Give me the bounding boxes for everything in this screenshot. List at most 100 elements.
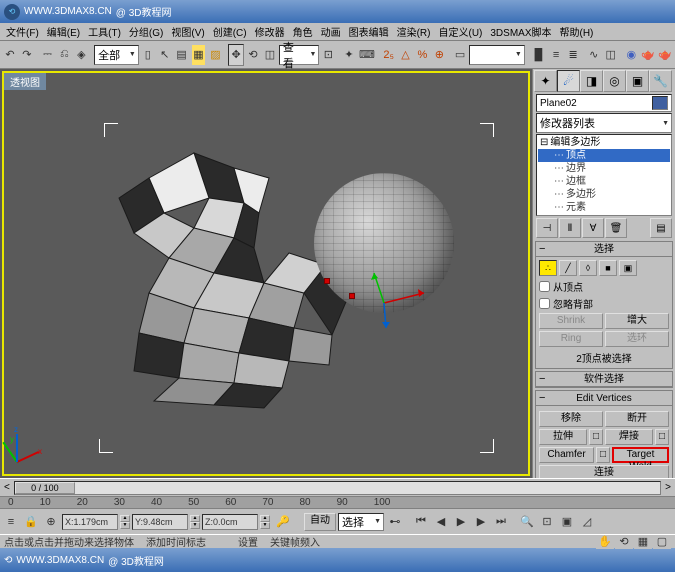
- menu-group[interactable]: 分组(G): [125, 23, 167, 40]
- subobj-border[interactable]: ◊: [579, 260, 597, 276]
- chamfer-button[interactable]: Chamfer: [539, 447, 594, 463]
- menu-graph[interactable]: 图表编辑: [345, 23, 393, 40]
- key-filter-dropdown[interactable]: 选择: [338, 513, 384, 531]
- scale-button[interactable]: ◫: [262, 44, 278, 66]
- hierarchy-tab[interactable]: ◨: [580, 70, 603, 92]
- script-button[interactable]: ≡: [2, 513, 20, 531]
- spinner-snap-button[interactable]: ⊕: [431, 44, 447, 66]
- create-tab[interactable]: ✦: [534, 70, 557, 92]
- z-coord[interactable]: Z:0.0cm: [202, 514, 258, 530]
- subobj-vertex[interactable]: ∴: [539, 260, 557, 276]
- manip-button[interactable]: ✦: [341, 44, 357, 66]
- minmax-button[interactable]: ▢: [653, 535, 671, 549]
- by-vertex-checkbox[interactable]: [539, 281, 550, 292]
- break-button[interactable]: 断开: [605, 411, 669, 427]
- extrude-settings-button[interactable]: □: [589, 429, 603, 445]
- quick-render-button[interactable]: 🫖: [657, 44, 673, 66]
- fov-button[interactable]: ◿: [578, 513, 596, 531]
- walk-button[interactable]: ▦: [634, 535, 652, 549]
- weld-button[interactable]: 焊接: [605, 429, 653, 445]
- snap-2d-button[interactable]: 2₅: [381, 44, 397, 66]
- menu-anim[interactable]: 动画: [317, 23, 345, 40]
- weld-settings-button[interactable]: □: [655, 429, 669, 445]
- zoom-ext-button[interactable]: ▣: [558, 513, 576, 531]
- stack-element[interactable]: ⋯元素: [538, 201, 670, 214]
- redo-button[interactable]: ↷: [19, 44, 35, 66]
- grow-button[interactable]: 增大: [605, 313, 669, 329]
- pivot-button[interactable]: ⊡: [320, 44, 336, 66]
- menu-script[interactable]: 3DSMAX脚本: [486, 23, 555, 40]
- menu-tools[interactable]: 工具(T): [84, 23, 125, 40]
- utility-tab[interactable]: 🔧: [649, 70, 672, 92]
- key-mode-button[interactable]: ⊷: [386, 513, 404, 531]
- time-slider[interactable]: < 0 / 100 >: [0, 478, 675, 496]
- menu-render[interactable]: 渲染(R): [393, 23, 435, 40]
- abs-button[interactable]: ⊕: [42, 513, 60, 531]
- named-sel-dropdown[interactable]: [469, 45, 525, 65]
- viewport[interactable]: 透视图: [0, 69, 532, 478]
- modify-tab[interactable]: ☄: [557, 70, 580, 92]
- extrude-button[interactable]: 拉伸: [539, 429, 587, 445]
- menu-view[interactable]: 视图(V): [167, 23, 208, 40]
- time-thumb[interactable]: 0 / 100: [15, 482, 75, 494]
- window-cross-button[interactable]: ▨: [207, 44, 223, 66]
- zoom-button[interactable]: 🔍: [518, 513, 536, 531]
- auto-key-button[interactable]: 自动: [304, 513, 336, 531]
- subobj-edge[interactable]: ╱: [559, 260, 577, 276]
- softsel-rollout-header[interactable]: 软件选择: [536, 372, 672, 387]
- select-name-button[interactable]: ▤: [174, 44, 190, 66]
- chamfer-settings-button[interactable]: □: [596, 447, 610, 463]
- menu-create[interactable]: 创建(C): [209, 23, 251, 40]
- unique-button[interactable]: ∀: [582, 218, 604, 238]
- link-button[interactable]: ⎓: [40, 44, 56, 66]
- goto-start-button[interactable]: ⏮: [412, 513, 430, 531]
- unlink-button[interactable]: ⎌: [57, 44, 73, 66]
- stack-poly[interactable]: ⋯多边形: [538, 188, 670, 201]
- mirror-button[interactable]: ▐▌: [530, 44, 548, 66]
- move-button[interactable]: ✥: [228, 44, 244, 66]
- render-scene-button[interactable]: 🫖: [640, 44, 656, 66]
- menu-role[interactable]: 角色: [289, 23, 317, 40]
- menu-custom[interactable]: 自定义(U): [434, 23, 486, 40]
- next-frame-button[interactable]: ▶: [472, 513, 490, 531]
- menu-edit[interactable]: 编辑(E): [43, 23, 84, 40]
- object-color-swatch[interactable]: [652, 96, 668, 110]
- edit-vertices-header[interactable]: Edit Vertices: [536, 391, 672, 406]
- loop-button[interactable]: 选环: [605, 331, 669, 347]
- select-button[interactable]: ▯: [140, 44, 156, 66]
- align-button[interactable]: ≡: [548, 44, 564, 66]
- subobj-polygon[interactable]: ■: [599, 260, 617, 276]
- layer-button[interactable]: ≣: [565, 44, 581, 66]
- bind-button[interactable]: ◈: [73, 44, 89, 66]
- subobj-element[interactable]: ▣: [619, 260, 637, 276]
- undo-button[interactable]: ↶: [2, 44, 18, 66]
- ring-button[interactable]: Ring: [539, 331, 603, 347]
- select-region-button[interactable]: ▦: [191, 44, 207, 66]
- snap-angle-button[interactable]: △: [398, 44, 414, 66]
- select-arrow-button[interactable]: ↖: [157, 44, 173, 66]
- menu-modifier[interactable]: 修改器: [251, 23, 289, 40]
- lock-button[interactable]: 🔒: [22, 513, 40, 531]
- modifier-stack[interactable]: ⊟编辑多边形 ⋯顶点 ⋯边界 ⋯边框 ⋯多边形 ⋯元素: [536, 134, 672, 216]
- menu-help[interactable]: 帮助(H): [556, 23, 598, 40]
- x-coord[interactable]: X:1.179cm: [62, 514, 118, 530]
- lock-sel-button[interactable]: 🔑: [272, 513, 294, 531]
- play-button[interactable]: ▶: [452, 513, 470, 531]
- prev-frame-button[interactable]: ◀: [432, 513, 450, 531]
- selection-filter-dropdown[interactable]: 全部: [94, 45, 139, 65]
- stack-vertex[interactable]: ⋯顶点: [538, 149, 670, 162]
- shrink-button[interactable]: Shrink: [539, 313, 603, 329]
- pan-button[interactable]: ✋: [596, 535, 614, 549]
- keyboard-button[interactable]: ⌨: [358, 44, 376, 66]
- configure-button[interactable]: ▤: [650, 218, 672, 238]
- connect-button[interactable]: 连接: [539, 465, 669, 478]
- named-sel-button[interactable]: ▭: [452, 44, 468, 66]
- target-weld-button[interactable]: Target Weld: [612, 447, 669, 463]
- ignore-back-checkbox[interactable]: [539, 298, 550, 309]
- material-button[interactable]: ◉: [623, 44, 639, 66]
- selection-rollout-header[interactable]: 选择: [536, 242, 672, 257]
- time-ruler[interactable]: 0102030405060708090100: [0, 496, 675, 508]
- transform-gizmo[interactable]: [364, 263, 434, 333]
- refcoord-dropdown[interactable]: 查看: [279, 45, 320, 65]
- object-name-field[interactable]: Plane02: [540, 98, 577, 109]
